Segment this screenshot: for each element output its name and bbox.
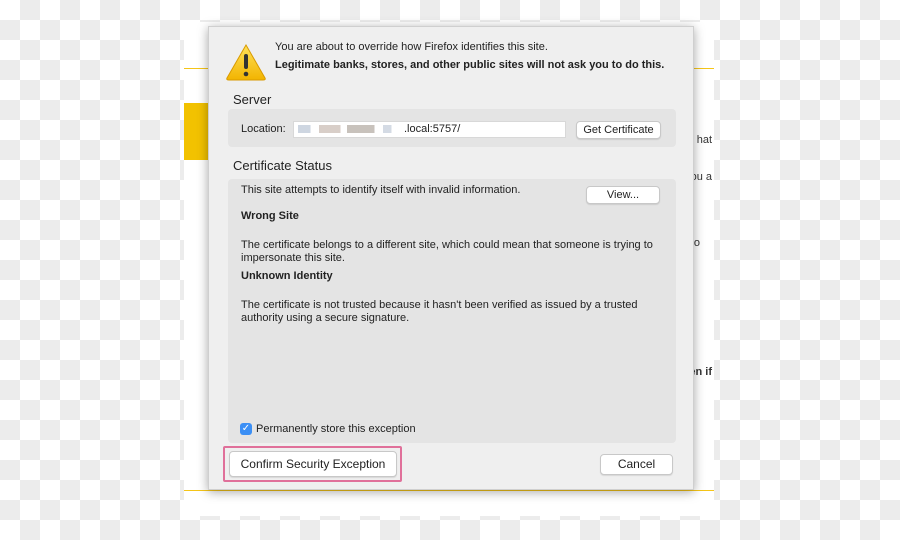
location-label: Location: (241, 123, 286, 135)
certificate-status-box: This site attempts to identify itself wi… (228, 179, 676, 443)
view-button[interactable]: View... (586, 186, 660, 204)
redacted-host (298, 125, 404, 134)
location-value: .local:5757/ (404, 123, 461, 135)
firefox-error-icon (184, 103, 208, 160)
confirm-security-exception-button[interactable]: Confirm Security Exception (229, 451, 397, 477)
security-exception-dialog: You are about to override how Firefox id… (208, 26, 694, 490)
override-message: You are about to override how Firefox id… (275, 41, 548, 53)
location-input[interactable]: .local:5757/ (293, 121, 566, 138)
get-certificate-button[interactable]: Get Certificate (576, 121, 661, 139)
issue-title: Wrong Site (241, 210, 299, 222)
warning-icon (226, 43, 266, 81)
server-box: Location: .local:5757/ Get Certificate (228, 109, 676, 147)
issue-title: Unknown Identity (241, 270, 333, 282)
permanent-label: Permanently store this exception (256, 423, 416, 435)
server-heading: Server (233, 92, 272, 107)
page-text: hat (696, 134, 712, 146)
warning-message: Legitimate banks, stores, and other publ… (275, 59, 665, 71)
cancel-button[interactable]: Cancel (600, 454, 673, 475)
permanent-checkbox[interactable]: ✓ (240, 423, 252, 435)
issue-text: The certificate is not trusted because i… (241, 299, 638, 324)
divider (184, 490, 714, 491)
issue-text: The certificate belongs to a different s… (241, 239, 653, 264)
certificate-status-heading: Certificate Status (233, 158, 332, 173)
